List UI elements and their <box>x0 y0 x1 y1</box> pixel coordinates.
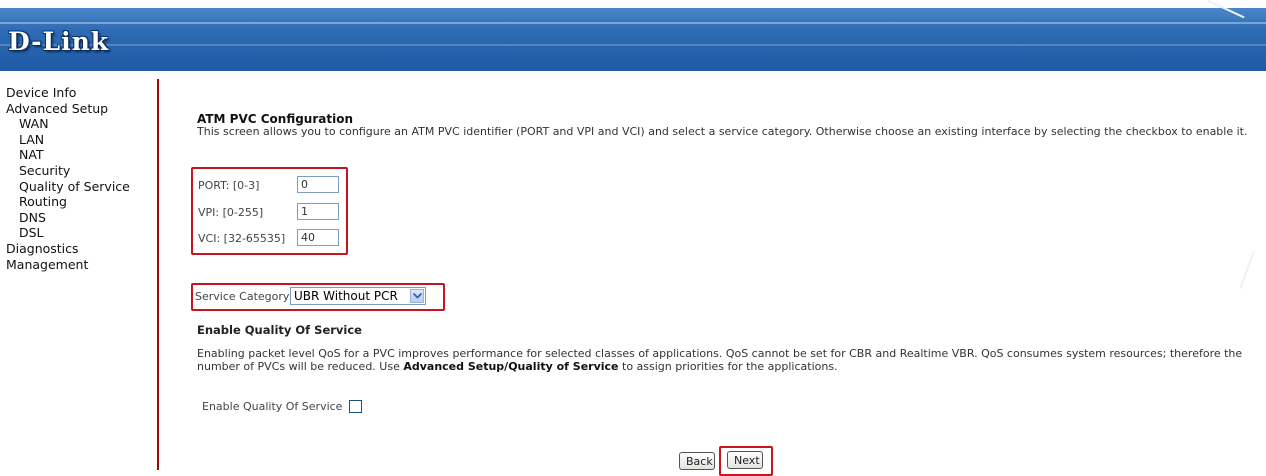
qos-heading: Enable Quality Of Service <box>197 323 362 337</box>
header-gap <box>0 71 1266 79</box>
sidebar-item-quality-of-service[interactable]: Quality of Service <box>6 179 130 195</box>
chevron-down-icon[interactable] <box>410 289 424 303</box>
sidebar-item-diagnostics[interactable]: Diagnostics <box>6 241 130 257</box>
qos-description-part2: to assign priorities for the application… <box>618 360 838 373</box>
page-description: This screen allows you to configure an A… <box>197 125 1248 138</box>
dlink-logo: D-Link <box>8 27 110 56</box>
sidebar: Device Info Advanced Setup WAN LAN NAT S… <box>0 79 159 470</box>
port-input[interactable] <box>297 176 339 193</box>
header-banner: D-Link <box>0 8 1266 71</box>
service-category-label: Service Category: <box>195 290 293 303</box>
vci-input[interactable] <box>297 229 339 246</box>
service-category-select[interactable]: UBR Without PCR <box>290 287 426 305</box>
pvc-id-highlight-box: PORT: [0-3] VPI: [0-255] VCI: [32-65535] <box>191 167 348 255</box>
sidebar-item-lan[interactable]: LAN <box>6 132 130 148</box>
next-highlight-box: Next <box>719 446 773 476</box>
sidebar-item-dns[interactable]: DNS <box>6 210 130 226</box>
top-margin <box>0 0 1266 8</box>
vci-label: VCI: [32-65535] <box>198 232 286 245</box>
sidebar-item-routing[interactable]: Routing <box>6 194 130 210</box>
sidebar-nav: Device Info Advanced Setup WAN LAN NAT S… <box>6 85 130 272</box>
page-title: ATM PVC Configuration <box>197 112 353 126</box>
qos-description: Enabling packet level QoS for a PVC impr… <box>197 347 1249 373</box>
header-streak <box>0 44 1266 46</box>
vpi-label: VPI: [0-255] <box>198 206 264 219</box>
sidebar-item-wan[interactable]: WAN <box>6 116 130 132</box>
enable-qos-label: Enable Quality Of Service <box>202 400 343 413</box>
sidebar-item-management[interactable]: Management <box>6 257 130 273</box>
qos-description-link-text: Advanced Setup/Quality of Service <box>403 360 619 373</box>
sidebar-item-device-info[interactable]: Device Info <box>6 85 130 101</box>
sidebar-item-advanced-setup[interactable]: Advanced Setup <box>6 101 130 117</box>
next-button[interactable]: Next <box>727 451 763 469</box>
port-label: PORT: [0-3] <box>198 179 260 192</box>
sidebar-item-nat[interactable]: NAT <box>6 147 130 163</box>
enable-qos-checkbox[interactable] <box>349 400 362 413</box>
header-streak <box>0 22 1266 24</box>
back-button[interactable]: Back <box>679 452 715 470</box>
service-category-highlight-box: Service Category: UBR Without PCR <box>191 283 445 311</box>
sidebar-item-security[interactable]: Security <box>6 163 130 179</box>
sidebar-item-dsl[interactable]: DSL <box>6 225 130 241</box>
vpi-input[interactable] <box>297 203 339 220</box>
service-category-value: UBR Without PCR <box>294 289 398 303</box>
background-decoration <box>1239 250 1255 290</box>
